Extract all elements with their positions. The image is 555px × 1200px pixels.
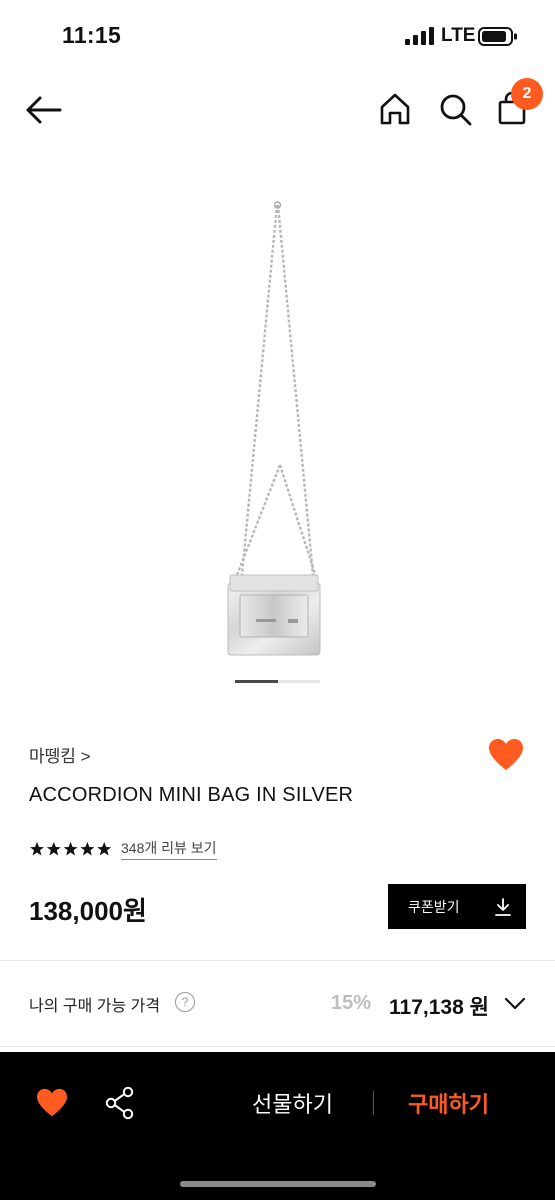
download-icon bbox=[495, 898, 511, 916]
bar-separator bbox=[373, 1091, 374, 1115]
home-indicator[interactable] bbox=[180, 1181, 376, 1187]
status-time: 11:15 bbox=[62, 22, 122, 48]
chevron-down-icon bbox=[504, 997, 526, 1010]
help-icon[interactable]: ? bbox=[175, 992, 195, 1012]
review-link[interactable]: 348개 리뷰 보기 bbox=[121, 838, 217, 860]
bottom-action-bar: 선물하기 구매하기 bbox=[0, 1052, 555, 1200]
bottom-wishlist-button[interactable] bbox=[36, 1088, 68, 1118]
share-button[interactable] bbox=[104, 1086, 136, 1120]
brand-link[interactable]: 마뗑킴 > bbox=[29, 742, 91, 767]
rating-stars bbox=[30, 842, 112, 856]
divider bbox=[0, 960, 555, 961]
coupon-button[interactable]: 쿠폰받기 bbox=[388, 884, 526, 929]
home-button[interactable] bbox=[376, 90, 414, 128]
wishlist-button[interactable] bbox=[488, 738, 524, 772]
back-arrow-icon bbox=[26, 96, 62, 124]
signal-icon bbox=[405, 27, 434, 45]
expand-price-button[interactable] bbox=[503, 993, 527, 1013]
image-carousel-indicator-active bbox=[235, 680, 278, 683]
home-icon bbox=[380, 93, 410, 125]
image-carousel-indicator bbox=[235, 680, 320, 683]
coupon-label: 쿠폰받기 bbox=[408, 899, 460, 915]
product-name: ACCORDION MINI BAG IN SILVER bbox=[29, 784, 354, 806]
divider bbox=[0, 1046, 555, 1047]
heart-icon bbox=[37, 1088, 67, 1117]
cart-count-badge: 2 bbox=[511, 78, 543, 110]
product-price: 138,000원 bbox=[29, 896, 147, 926]
share-icon bbox=[105, 1086, 134, 1120]
nav-bar bbox=[0, 78, 555, 140]
discount-rate: 15% bbox=[331, 992, 372, 1014]
search-button[interactable] bbox=[436, 90, 474, 128]
back-button[interactable] bbox=[24, 92, 64, 128]
search-icon bbox=[440, 94, 472, 126]
product-image[interactable] bbox=[180, 195, 380, 665]
heart-icon bbox=[489, 739, 523, 770]
buy-button[interactable]: 구매하기 bbox=[408, 1087, 489, 1119]
network-label: LTE bbox=[441, 25, 476, 46]
purchase-price-label: 나의 구매 가능 가격 bbox=[29, 998, 161, 1015]
status-bar: 11:15 LTE bbox=[0, 0, 555, 75]
gift-button[interactable]: 선물하기 bbox=[252, 1087, 333, 1119]
discount-price: 117,138 원 bbox=[389, 996, 489, 1019]
battery-icon bbox=[478, 27, 517, 46]
